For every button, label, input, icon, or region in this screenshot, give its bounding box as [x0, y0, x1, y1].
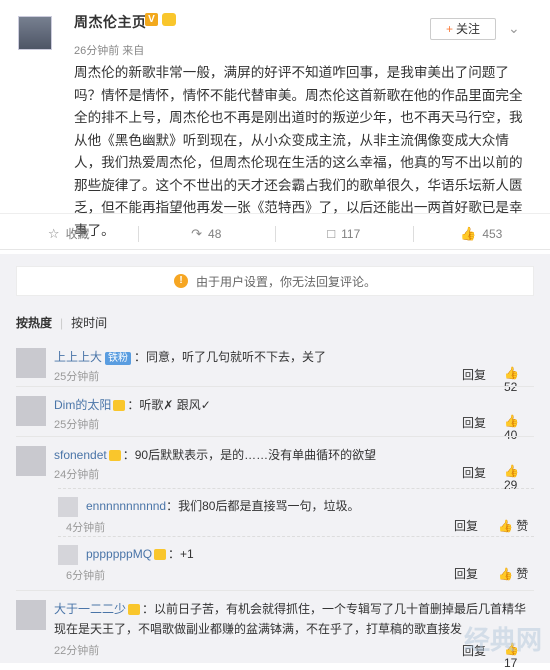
follow-label: 关注: [456, 22, 480, 36]
member-level-icon: [154, 549, 166, 560]
post-text: 周杰伦的新歌非常一般，满屏的好评不知道咋回事，是我审美出了问题了吗？情怀是情怀，…: [74, 62, 534, 242]
comment-body: ：听歌✗ 跟风✓: [127, 398, 210, 412]
comment-body: ：我们80后都是直接骂一句，垃圾。: [166, 499, 359, 513]
comment-text: 上上上大铁粉：同意，听了几句就听不下去，关了: [54, 348, 326, 365]
comment-like-button[interactable]: 👍 赞: [498, 565, 528, 582]
commenter-avatar[interactable]: [16, 446, 46, 476]
thumbs-up-icon: 👍: [498, 567, 513, 581]
commenter-name[interactable]: Dim的太阳: [54, 398, 111, 412]
comment-text: 大于一二二少 ：以前日子苦，有机会就得抓住，一个专辑写了几十首删掉最后几首精华: [54, 600, 526, 617]
comment-body: ：90后默默表示，是的……没有单曲循环的欲望: [123, 448, 376, 462]
comment-text: ennnnnnnnnnd：我们80后都是直接骂一句，垃圾。: [86, 497, 359, 514]
repost-button[interactable]: ↷ 48: [138, 218, 276, 249]
commenter-name[interactable]: pppppppMQ: [86, 547, 152, 561]
divider: [16, 386, 534, 387]
post-meta: 26分钟前 来自: [74, 42, 144, 58]
commenter-avatar[interactable]: [58, 497, 78, 517]
reply-button[interactable]: 回复: [454, 517, 478, 534]
comment-like-button[interactable]: 👍 赞: [498, 517, 528, 534]
comment-time: 22分钟前: [54, 642, 99, 658]
repost-icon: ↷: [191, 226, 202, 242]
comment-like-label: 赞: [516, 519, 528, 533]
member-level-icon: [128, 604, 140, 615]
comment-icon: □: [327, 226, 335, 241]
warning-icon: !: [174, 274, 188, 288]
post-action-bar: ☆ 收藏 ↷ 48 □ 117 👍 453: [0, 218, 550, 250]
commenter-name[interactable]: sfonendet: [54, 448, 107, 462]
commenter-avatar[interactable]: [58, 545, 78, 565]
follow-button[interactable]: +关注: [430, 18, 496, 40]
member-level-icon: [109, 450, 121, 461]
thumbs-up-icon: 👍: [504, 464, 519, 478]
author-avatar[interactable]: [18, 16, 52, 50]
comment-text: pppppppMQ ：+1: [86, 545, 194, 562]
sort-by-time[interactable]: 按时间: [71, 316, 107, 330]
favorite-button[interactable]: ☆ 收藏: [0, 218, 138, 249]
sub-comment: pppppppMQ ：+1 6分钟前 回复 👍 赞: [58, 536, 534, 586]
author-name[interactable]: 周杰伦主页: [74, 12, 147, 32]
commenter-name[interactable]: 大于一二二少: [54, 602, 126, 616]
comment-like-label: 赞: [516, 567, 528, 581]
comment-like-button[interactable]: 👍 52: [504, 366, 534, 394]
comment-time: 4分钟前: [66, 519, 105, 535]
like-button[interactable]: 👍 453: [413, 218, 550, 249]
comment-time: 24分钟前: [54, 466, 99, 482]
like-count: 453: [482, 227, 502, 241]
comment-like-count: 52: [504, 380, 517, 394]
fan-badge: 铁粉: [105, 352, 131, 365]
reply-button[interactable]: 回复: [462, 366, 486, 383]
reply-button[interactable]: 回复: [462, 464, 486, 481]
reply-button[interactable]: 回复: [454, 565, 478, 582]
commenter-name[interactable]: ennnnnnnnnnd: [86, 499, 166, 513]
sort-divider: |: [60, 316, 63, 330]
comment-body: ：+1: [168, 547, 194, 561]
plus-icon: +: [446, 22, 453, 36]
comment-sort: 按热度 | 按时间: [16, 314, 115, 331]
star-icon: ☆: [48, 226, 60, 242]
verified-badge: V: [145, 13, 158, 26]
thumbs-up-icon: 👍: [504, 366, 519, 380]
sub-comment: ennnnnnnnnnd：我们80后都是直接骂一句，垃圾。 4分钟前 回复 👍 …: [58, 488, 534, 536]
comment-count: 117: [341, 227, 360, 241]
watermark: 经典网: [464, 620, 542, 657]
divider: [16, 590, 534, 591]
thumbs-up-icon: 👍: [498, 519, 513, 533]
comment-body: ：同意，听了几句就听不下去，关了: [134, 350, 326, 364]
comment-section: ! 由于用户设置，你无法回复评论。 按热度 | 按时间 上上上大铁粉：同意，听了几句就…: [0, 254, 550, 663]
repost-count: 48: [208, 227, 221, 241]
comment-time: 25分钟前: [54, 416, 99, 432]
comment-text-line2: 现在是天王了，不唱歌做副业都赚的盆满钵满，不在乎了，打草稿的歌直接发: [54, 620, 462, 637]
member-level-icon: [162, 13, 176, 26]
comment-body: ：以前日子苦，有机会就得抓住，一个专辑写了几十首删掉最后几首精华: [142, 602, 526, 616]
chevron-down-icon[interactable]: ⌄: [508, 20, 520, 37]
comment-like-button[interactable]: 👍 40: [504, 414, 534, 442]
comment-time: 25分钟前: [54, 368, 99, 384]
comment-time: 6分钟前: [66, 567, 105, 583]
comment-like-count: 17: [504, 656, 517, 670]
sort-by-hot[interactable]: 按热度: [16, 316, 52, 330]
reply-disabled-notice: ! 由于用户设置，你无法回复评论。: [16, 266, 534, 296]
reply-button[interactable]: 回复: [462, 414, 486, 431]
comment-text: Dim的太阳 ：听歌✗ 跟风✓: [54, 396, 211, 413]
comment-button[interactable]: □ 117: [275, 218, 413, 249]
thumbs-up-icon: 👍: [504, 414, 519, 428]
commenter-avatar[interactable]: [16, 600, 46, 630]
weibo-post: 周杰伦主页 V 26分钟前 来自 +关注 ⌄ 周杰伦的新歌非常一般，满屏的好评不…: [0, 0, 550, 214]
commenter-avatar[interactable]: [16, 348, 46, 378]
thumbs-up-icon: 👍: [460, 226, 476, 242]
notice-text: 由于用户设置，你无法回复评论。: [196, 273, 376, 290]
commenter-avatar[interactable]: [16, 396, 46, 426]
comment-like-count: 40: [504, 428, 517, 442]
commenter-name[interactable]: 上上上大: [54, 350, 102, 364]
divider: [16, 436, 534, 437]
comment-text: sfonendet ：90后默默表示，是的……没有单曲循环的欲望: [54, 446, 376, 463]
favorite-label: 收藏: [66, 225, 90, 242]
member-level-icon: [113, 400, 125, 411]
